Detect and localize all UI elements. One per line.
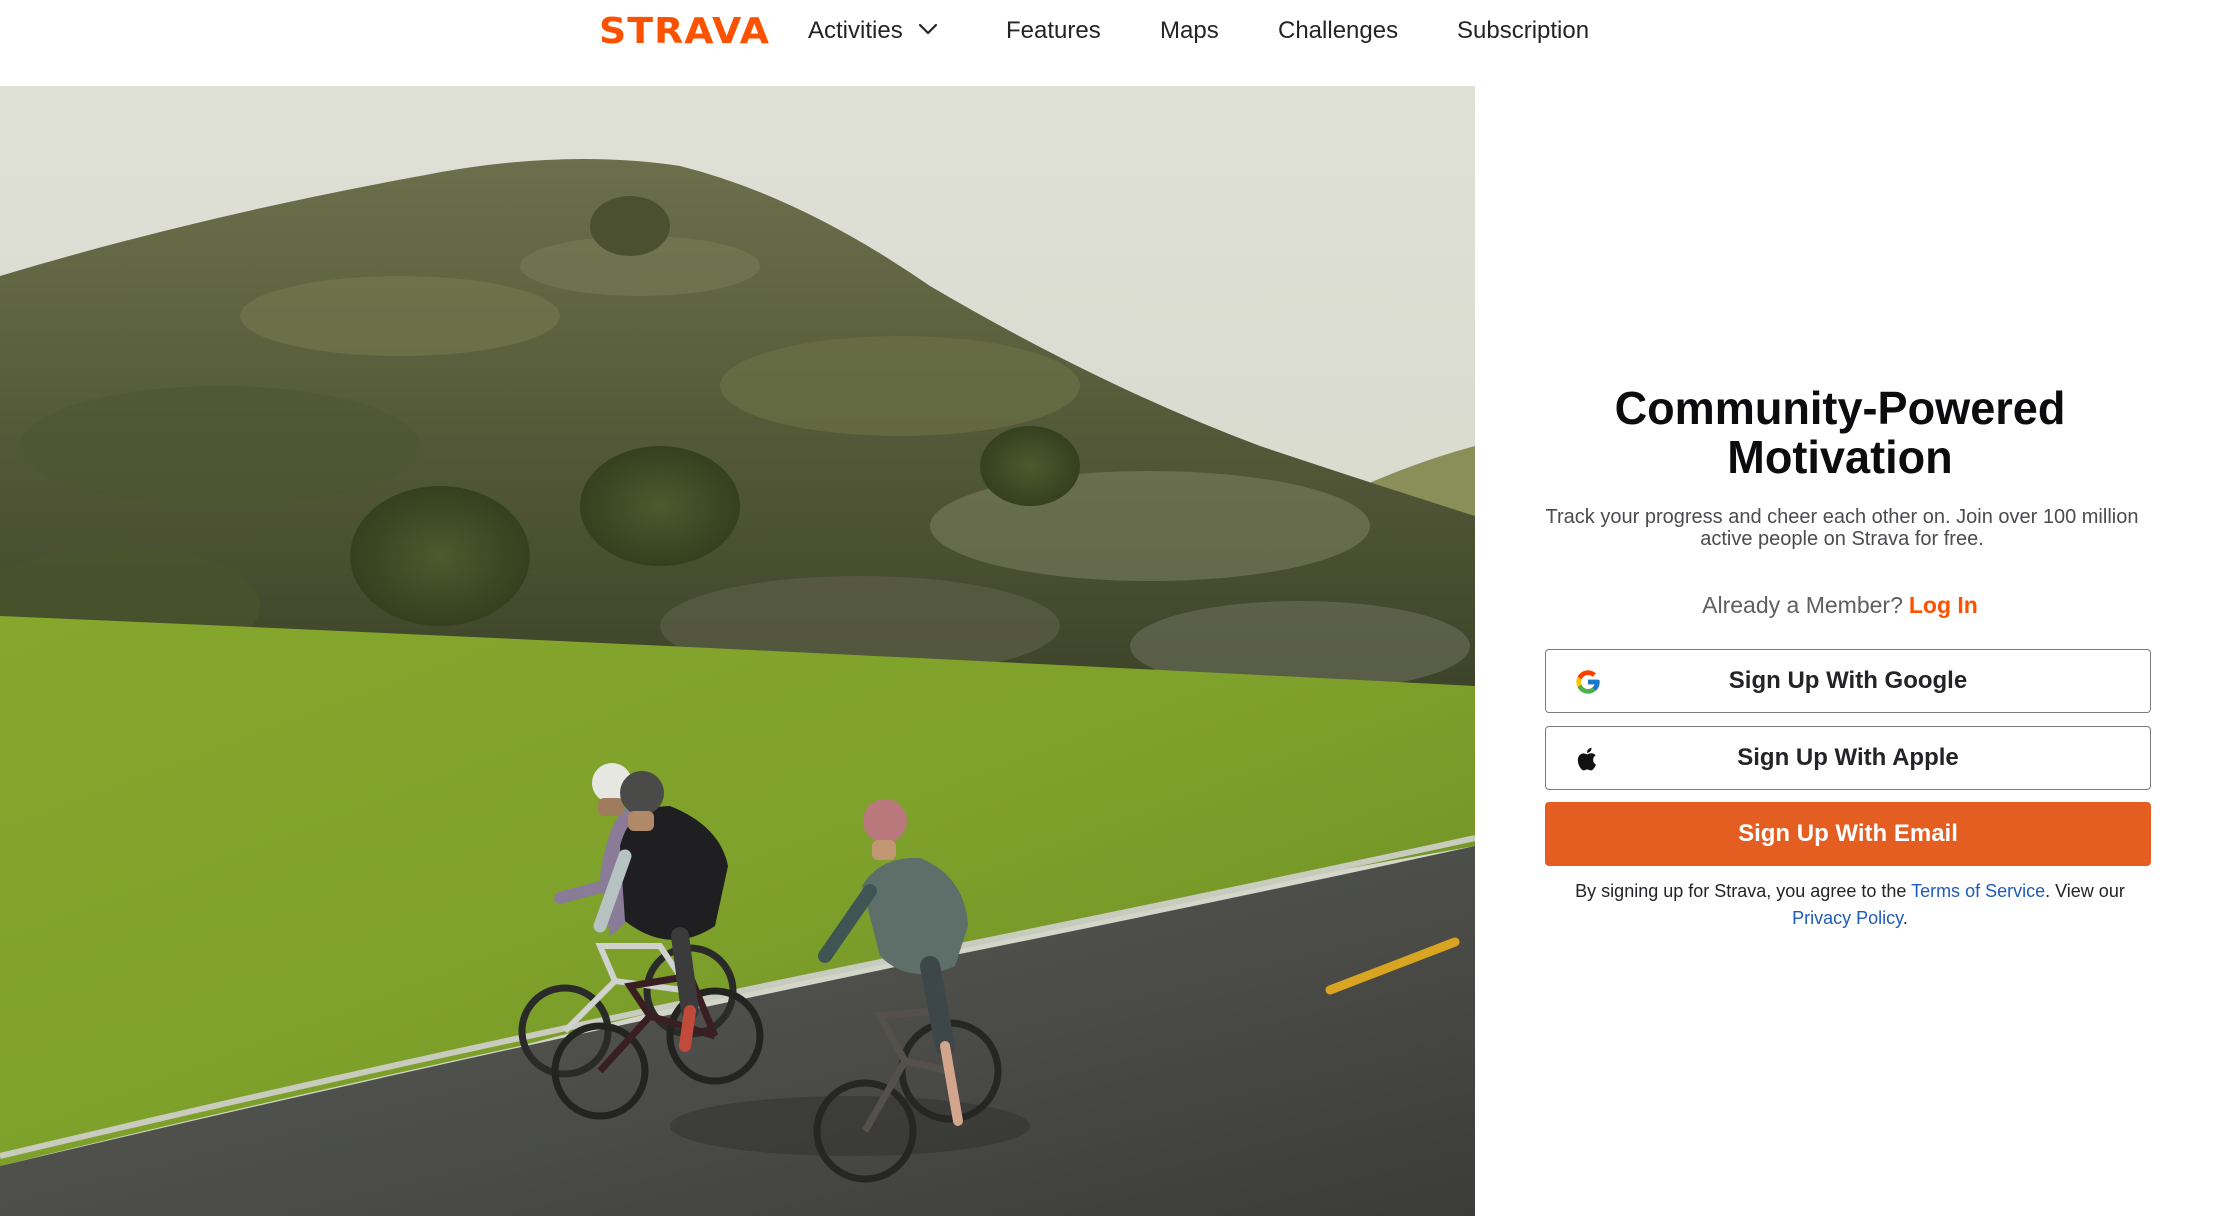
nav-challenges[interactable]: Challenges <box>1278 14 1398 48</box>
page-title-line2: Motivation <box>1727 431 1953 483</box>
strava-logo[interactable]: STRAVA <box>599 14 770 50</box>
signup-apple-label: Sign Up With Apple <box>1737 744 1959 771</box>
nav-features[interactable]: Features <box>1006 14 1101 48</box>
page-title-line1: Community-Powered <box>1614 382 2066 434</box>
top-navigation: STRAVA Activities Features Maps Challeng… <box>0 0 2219 86</box>
google-icon <box>1576 670 1600 694</box>
legal-middle: . View our <box>2045 881 2125 901</box>
nav-subscription[interactable]: Subscription <box>1457 14 1589 48</box>
hero-photo <box>0 86 1475 1216</box>
member-prompt: Already a Member? <box>1702 592 1903 618</box>
signup-apple-button[interactable]: Sign Up With Apple <box>1545 726 2151 790</box>
nav-maps[interactable]: Maps <box>1160 14 1219 48</box>
signup-google-button[interactable]: Sign Up With Google <box>1545 649 2151 713</box>
apple-icon <box>1577 747 1596 771</box>
nav-activities[interactable]: Activities <box>808 14 939 48</box>
legal-prefix: By signing up for Strava, you agree to t… <box>1575 881 1907 901</box>
already-member-line: Already a Member? Log In <box>1535 592 2145 619</box>
signup-panel: Community-Powered Motivation Track your … <box>1475 86 2219 1216</box>
page-title: Community-Powered Motivation <box>1541 384 2139 482</box>
page-subtitle: Track your progress and cheer each other… <box>1545 506 2139 550</box>
login-link[interactable]: Log In <box>1909 592 1978 618</box>
signup-google-label: Sign Up With Google <box>1728 667 1968 694</box>
signup-email-label: Sign Up With Email <box>1738 820 1958 847</box>
chevron-down-icon <box>918 23 937 34</box>
cyclists-photo-illustration <box>0 86 1475 1216</box>
nav-activities-label: Activities <box>808 17 903 44</box>
legal-suffix: . <box>1902 908 1908 928</box>
signup-email-button[interactable]: Sign Up With Email <box>1545 802 2151 866</box>
legal-notice: By signing up for Strava, you agree to t… <box>1545 878 2155 932</box>
terms-of-service-link[interactable]: Terms of Service <box>1911 881 2045 901</box>
privacy-policy-link[interactable]: Privacy Policy <box>1792 908 1903 928</box>
